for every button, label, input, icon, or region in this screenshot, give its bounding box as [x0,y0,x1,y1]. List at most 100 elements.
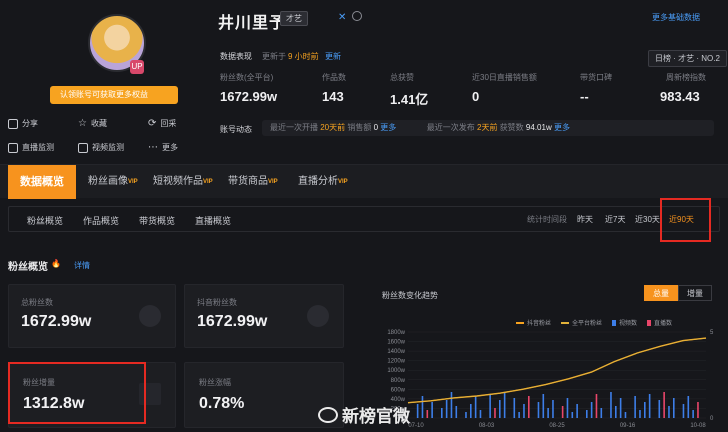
stat-label-fans: 粉丝数(全平台) [220,73,274,82]
weibo-icon [318,406,338,423]
more-icon: ⋯ [148,142,158,153]
post-more-link[interactable]: 更多 [554,123,570,132]
tab-goods[interactable]: 带货商品VIP [228,165,278,199]
info-icon[interactable] [352,11,362,21]
video-count-bar [470,404,472,418]
video-count-bar [615,406,617,418]
stat-label-reputation: 带货口碑 [580,73,612,82]
live-count-bar [595,394,598,418]
quick-action-recollect[interactable]: ⟳ 回采 [148,118,176,129]
tab-data-overview[interactable]: 数据概览 [8,165,76,199]
x-tick-label: 07-10 [408,423,424,429]
category-tag: 才艺 [280,11,308,26]
subtab-works-overview[interactable]: 作品概览 [83,214,119,227]
user-icon [307,305,329,327]
right-tick-label: 5 [710,330,714,336]
video-count-bar [416,404,419,418]
quick-action-share[interactable]: 分享 [8,118,38,129]
stat-label-index: 周新榜指数 [666,73,706,82]
video-count-bar [479,410,482,418]
video-count-bar [576,404,578,418]
video-count-bar [658,400,661,418]
video-count-bar [590,402,593,418]
fans-trend-chart: 0w200w400w600w800w1000w1200w1400w1600w18… [387,330,714,429]
quick-action-live-monitor[interactable]: 直播监测 [8,142,54,153]
weibo-watermark: 新榜官微 [318,402,410,427]
time-option-7d[interactable]: 近7天 [605,214,625,225]
right-tick-label: 0 [710,416,714,422]
video-count-bar [668,406,670,418]
subtab-fans-overview[interactable]: 粉丝概览 [27,214,63,227]
highlight-box-increment [8,362,146,424]
platform-icon: ✕ [338,12,347,23]
live-count-bar [494,408,496,418]
video-count-bar [518,412,520,418]
update-link[interactable]: 更新 [325,51,341,62]
stat-value-live-sales: 0 [472,89,480,104]
tab-short-video[interactable]: 短视频作品VIP [153,165,213,199]
video-count-bar [639,410,641,418]
data-perf-label: 数据表现 [220,52,252,61]
video-count-bar [513,398,516,418]
video-count-bar [445,400,448,418]
y-tick-label: 1000w [387,368,405,374]
video-count-bar [571,412,574,418]
video-count-bar [489,394,491,418]
live-count-bar [561,406,564,418]
fans-overview-title: 粉丝概览 [8,262,48,273]
claim-account-banner[interactable]: 认领账号可获取更多权益 [50,86,178,104]
video-count-bar [610,392,612,418]
fire-icon: 🔥 [51,259,61,268]
x-tick-label: 10-08 [690,423,706,429]
video-count-bar [687,396,690,418]
subtab-goods-overview[interactable]: 带货概览 [139,214,175,227]
live-count-bar [426,410,429,418]
live-count-bar [663,392,665,418]
tab-live-analysis[interactable]: 直播分析VIP [298,165,348,199]
video-count-bar [682,404,685,418]
stat-label-likes: 总获赞 [390,73,414,82]
video-count-bar [455,406,458,418]
updated-time: 9 小时前 [288,52,319,61]
quick-action-favorite[interactable]: ☆ 收藏 [78,118,107,129]
more-basic-data-link[interactable]: 更多基础数据 [652,12,700,23]
live-count-bar [697,402,699,418]
live-icon [8,142,18,153]
video-count-bar [600,408,603,418]
y-tick-label: 1600w [387,340,405,346]
live-more-link[interactable]: 更多 [380,123,396,132]
video-count-bar [624,412,627,418]
stat-value-reputation: -- [580,89,589,104]
stat-value-fans: 1672.99w [220,89,278,104]
star-icon: ☆ [78,118,87,129]
quick-action-video-monitor[interactable]: 视频监测 [78,142,124,153]
video-count-bar [542,394,545,418]
time-option-30d[interactable]: 近30天 [635,214,660,225]
video-count-bar [644,402,646,418]
stat-value-works: 143 [322,89,344,104]
video-count-bar [586,410,588,418]
account-dyn-label: 账号动态 [220,125,252,134]
stat-value-likes: 1.41亿 [390,92,429,107]
rank-chip[interactable]: 日榜 · 才艺 · NO.2 [648,50,727,67]
y-tick-label: 1200w [387,359,405,365]
toggle-increment[interactable]: 增量 [678,285,712,301]
time-option-yesterday[interactable]: 昨天 [577,214,593,225]
video-count-bar [465,412,467,418]
highlight-box-90d [660,198,711,242]
card-total-fans: 总粉丝数 1672.99w [8,284,176,348]
quick-action-more[interactable]: ⋯ 更多 [148,142,178,153]
toggle-total[interactable]: 总量 [644,285,678,301]
x-tick-label: 09-16 [620,423,636,429]
y-tick-label: 1800w [387,330,405,336]
card-douyin-fans: 抖音粉丝数 1672.99w [184,284,344,348]
tab-fan-profile[interactable]: 粉丝画像VIP [88,165,138,199]
avatar-badge: UP [130,60,144,74]
subtab-live-overview[interactable]: 直播概览 [195,214,231,227]
updated-prefix: 更新于 [262,52,286,61]
fans-detail-link[interactable]: 详情 [74,260,90,271]
user-icon [139,305,161,327]
x-tick-label: 08-25 [549,423,565,429]
video-count-bar [441,408,443,418]
video-count-bar [552,400,554,418]
